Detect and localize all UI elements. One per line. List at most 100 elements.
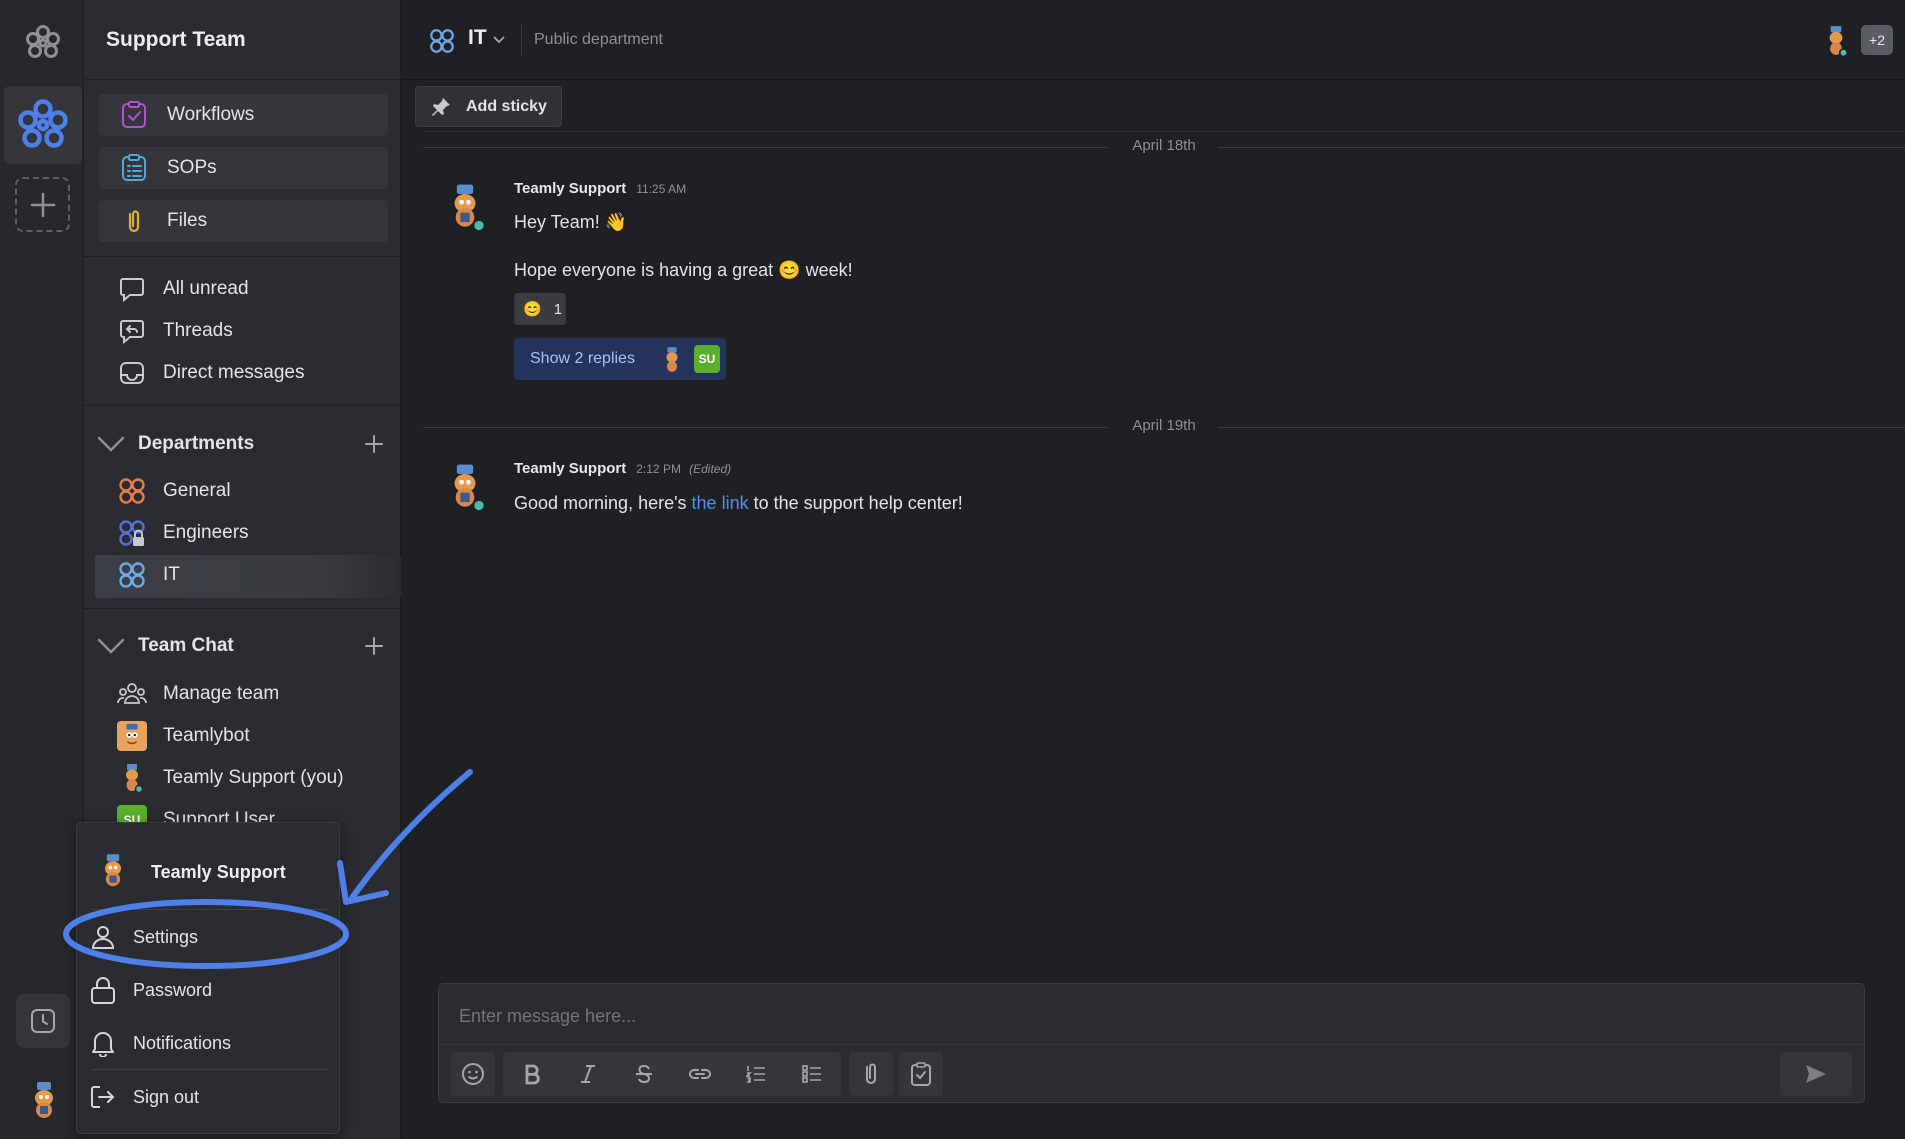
- menu-divider: [91, 1069, 327, 1070]
- sidebar-item-sops[interactable]: SOPs: [99, 147, 388, 189]
- workspace-button[interactable]: [4, 86, 82, 164]
- lock-icon: [89, 976, 117, 1004]
- message-time: 11:25 AM: [636, 182, 687, 196]
- message-line: Hey Team! 👋: [514, 212, 628, 232]
- private-department-icon: [117, 518, 147, 548]
- sidebar-item-general[interactable]: General: [117, 474, 231, 508]
- sidebar-item-teamly-support[interactable]: Teamly Support (you): [117, 761, 344, 795]
- italic-button[interactable]: [560, 1052, 616, 1096]
- date-line: [1218, 427, 1905, 428]
- author-name: Teamly Support: [514, 180, 627, 197]
- sidebar-item-files[interactable]: Files: [99, 200, 388, 242]
- add-workspace-button[interactable]: [15, 177, 70, 232]
- menu-item-notifications[interactable]: Notifications: [89, 1025, 231, 1061]
- user-avatar-button[interactable]: [26, 1080, 62, 1120]
- sidebar-item-workflows[interactable]: Workflows: [99, 94, 388, 136]
- add-department-icon[interactable]: [362, 432, 386, 456]
- attach-file-button[interactable]: [849, 1052, 893, 1096]
- message-time: 2:12 PM: [636, 462, 681, 476]
- sidebar-item-threads[interactable]: Threads: [117, 314, 233, 348]
- paperclip-icon: [128, 210, 140, 233]
- sidebar-item-all-unread[interactable]: All unread: [117, 272, 249, 306]
- menu-item-label: Settings: [133, 926, 199, 947]
- message-link[interactable]: the link: [692, 493, 749, 513]
- mascot-avatar-icon: [117, 763, 147, 793]
- sidebar-item-label: SOPs: [167, 157, 217, 178]
- task-clipboard-icon: [911, 1062, 931, 1086]
- menu-item-password[interactable]: Password: [89, 972, 212, 1008]
- department-icon: [117, 476, 147, 506]
- formatting-toolbar: [503, 1052, 841, 1096]
- member-avatar[interactable]: [1823, 25, 1849, 57]
- show-replies-button[interactable]: Show 2 replies SU: [514, 338, 726, 380]
- sidebar-item-direct-messages[interactable]: Direct messages: [117, 356, 305, 390]
- mascot-avatar-icon: [35, 1082, 53, 1118]
- sign-out-icon: [89, 1084, 117, 1110]
- divider: [84, 405, 401, 406]
- departments-section-header[interactable]: Departments: [96, 428, 386, 460]
- channel-name[interactable]: IT: [468, 26, 487, 50]
- sidebar-item-teamlybot[interactable]: Teamlybot: [117, 719, 250, 753]
- author-name: Teamly Support: [514, 460, 627, 477]
- team-icon: [117, 679, 147, 709]
- team-chat-section-header[interactable]: Team Chat: [96, 630, 386, 662]
- bell-icon: [89, 1029, 117, 1057]
- message-line: Hope everyone is having a great 😊 week!: [514, 260, 853, 281]
- bold-icon: [525, 1064, 540, 1085]
- date-separator: April 19th: [423, 417, 1905, 437]
- reaction-chip[interactable]: 😊 1: [514, 293, 566, 325]
- date-label: April 19th: [1132, 417, 1196, 434]
- message-avatar[interactable]: [444, 182, 486, 234]
- emoji-button[interactable]: [451, 1052, 495, 1096]
- bold-button[interactable]: [504, 1052, 560, 1096]
- link-icon: [689, 1069, 711, 1079]
- divider: [423, 131, 1905, 132]
- chevron-down-icon[interactable]: [492, 35, 506, 45]
- workspace-flower-icon: [18, 99, 68, 148]
- plus-icon: [30, 192, 55, 217]
- edited-label: (Edited): [689, 462, 732, 476]
- menu-item-label: Password: [133, 979, 213, 1000]
- sidebar-item-it[interactable]: IT: [117, 558, 180, 592]
- emoji-icon: [462, 1063, 484, 1085]
- add-sticky-button[interactable]: Add sticky: [415, 86, 562, 127]
- threads-icon: [117, 316, 147, 346]
- message-author[interactable]: Teamly Support 11:25 AM: [514, 180, 686, 197]
- team-name[interactable]: Support Team: [84, 0, 400, 80]
- user-menu-name: Teamly Support: [151, 861, 286, 882]
- member-overflow-badge[interactable]: +2: [1861, 25, 1893, 55]
- sidebar-item-manage-team[interactable]: Manage team: [117, 677, 279, 711]
- add-chat-icon[interactable]: [362, 634, 386, 658]
- channel-main: IT Public department +2 Add sticky April…: [402, 0, 1905, 1139]
- sidebar-item-label: Teamly Support (you): [163, 767, 344, 788]
- send-button[interactable]: [1780, 1052, 1852, 1096]
- message-input[interactable]: [459, 1004, 1839, 1028]
- menu-item-label: Notifications: [133, 1032, 232, 1053]
- header-divider: [521, 24, 522, 56]
- workspace-rail: [0, 0, 84, 1139]
- clock-icon: [31, 1009, 55, 1033]
- message-composer: [438, 983, 1865, 1103]
- smile-emoji-icon: 😊: [523, 301, 542, 318]
- sidebar-item-engineers[interactable]: Engineers: [117, 516, 249, 550]
- teamly-logo-icon[interactable]: [22, 22, 64, 64]
- history-button[interactable]: [16, 994, 70, 1048]
- message-author[interactable]: Teamly Support 2:12 PM (Edited): [514, 460, 731, 477]
- ordered-list-button[interactable]: [728, 1052, 784, 1096]
- strikethrough-button[interactable]: [616, 1052, 672, 1096]
- reply-su-avatar: SU: [694, 345, 720, 373]
- bullet-list-button[interactable]: [784, 1052, 840, 1096]
- add-task-button[interactable]: [899, 1052, 943, 1096]
- sidebar-item-label: Files: [167, 210, 208, 231]
- message-avatar[interactable]: [444, 462, 486, 514]
- sops-icon: [122, 154, 146, 181]
- send-icon: [1806, 1065, 1826, 1083]
- menu-item-settings[interactable]: Settings: [89, 919, 198, 955]
- menu-item-sign-out[interactable]: Sign out: [89, 1079, 199, 1115]
- link-button[interactable]: [672, 1052, 728, 1096]
- date-separator: April 18th: [423, 137, 1905, 157]
- sidebar-item-label: General: [163, 480, 231, 501]
- bullet-list-icon: [802, 1065, 821, 1083]
- sidebar-item-label: Workflows: [167, 104, 255, 125]
- team-chat-title: Team Chat: [138, 635, 234, 656]
